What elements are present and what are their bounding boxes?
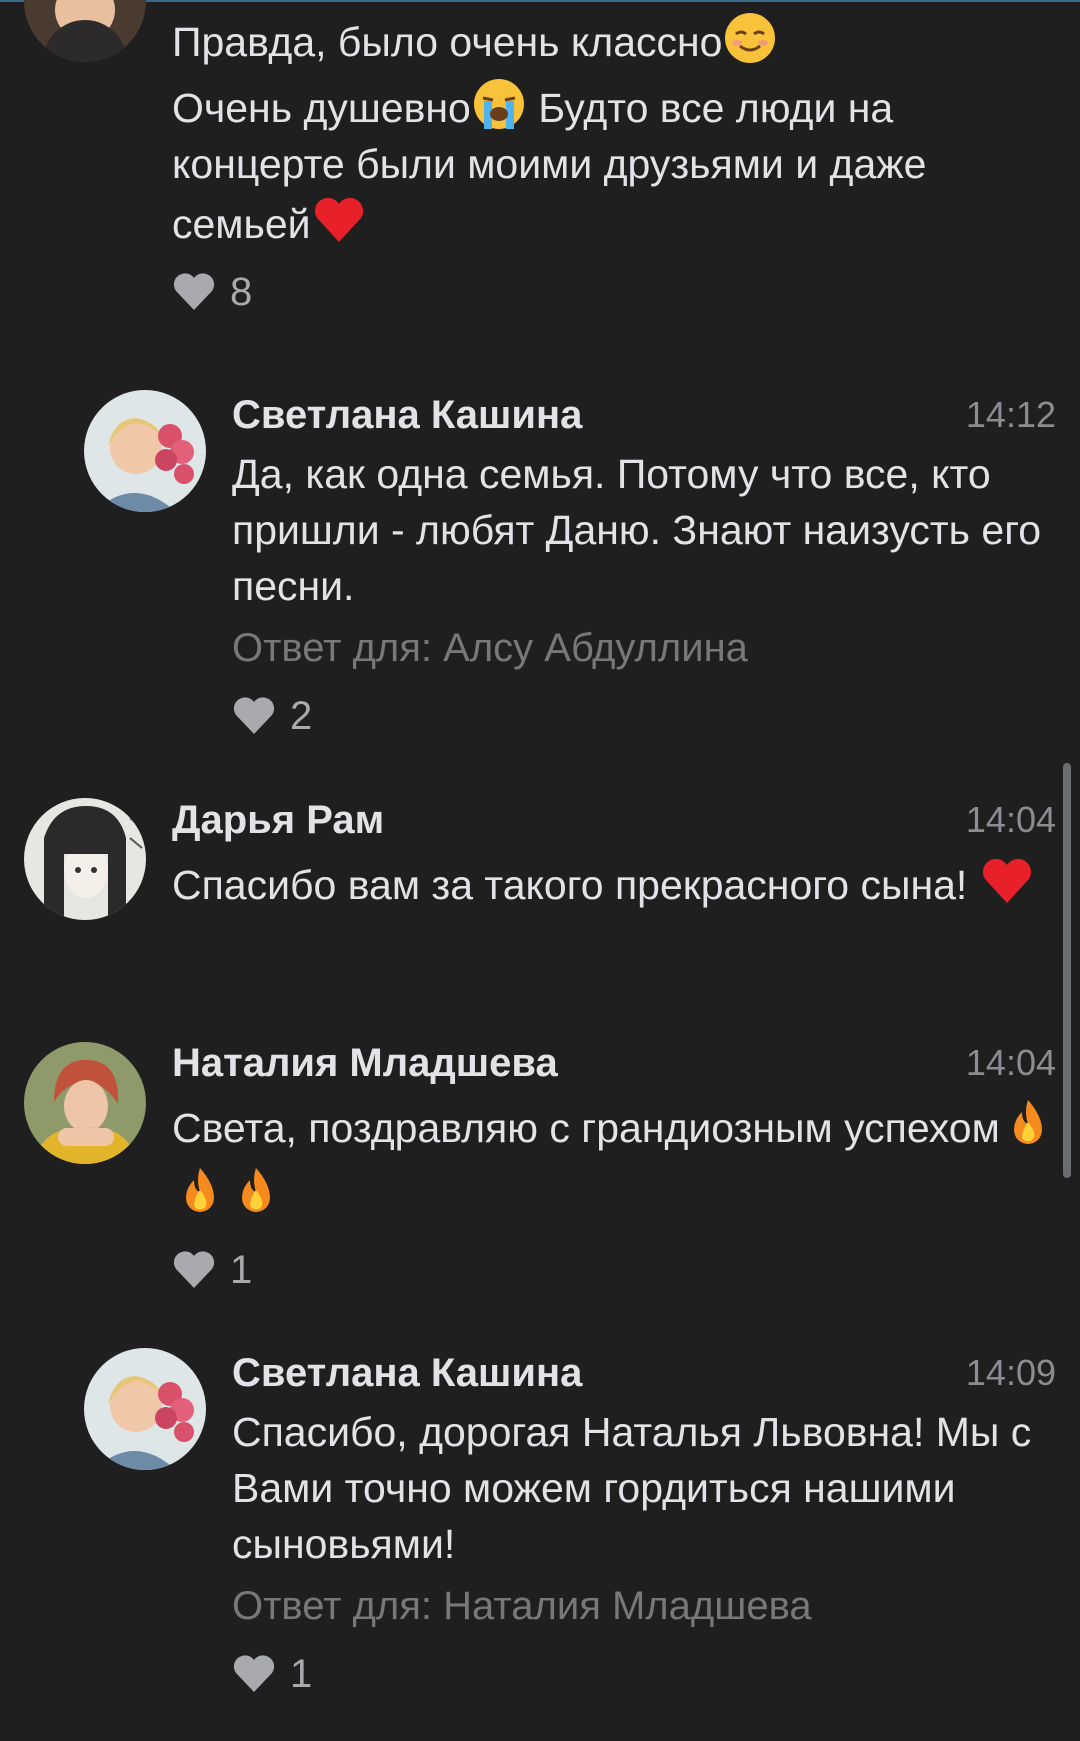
like-button[interactable]: 2 xyxy=(232,686,1056,746)
comment-text: Спасибо, дорогая Наталья Львовна! Мы с В… xyxy=(232,1409,1032,1567)
fire-emoji-icon xyxy=(228,1164,284,1220)
reply-to-link[interactable]: Ответ для: Алсу Абдуллина xyxy=(232,620,1056,676)
fire-emoji-icon xyxy=(172,1164,228,1220)
avatar[interactable] xyxy=(24,1042,146,1164)
red-heart-emoji-icon xyxy=(311,192,367,248)
like-button[interactable]: 1 xyxy=(172,1240,1056,1300)
comment-time: 14:09 xyxy=(965,1352,1056,1393)
heart-icon xyxy=(233,697,275,734)
red-heart-emoji-icon xyxy=(979,853,1035,909)
avatar[interactable] xyxy=(24,0,146,62)
fire-emoji-icon xyxy=(1000,1096,1056,1152)
loudly-crying-emoji-icon xyxy=(471,76,527,132)
like-count: 1 xyxy=(290,1651,313,1696)
avatar[interactable] xyxy=(84,1348,206,1470)
heart-icon xyxy=(233,1655,275,1692)
heart-icon xyxy=(173,1251,215,1288)
reply-to-link[interactable]: Ответ для: Наталия Младшева xyxy=(232,1578,1056,1634)
comment-author[interactable]: Светлана Кашина xyxy=(232,390,1056,440)
like-button[interactable]: 1 xyxy=(232,1644,1056,1704)
smiling-blush-emoji-icon xyxy=(722,10,778,66)
avatar[interactable] xyxy=(84,390,206,512)
comment-text: Света, поздравляю с грандиозным успехом xyxy=(172,1105,1000,1151)
comment-text-line: Правда, было очень классно xyxy=(172,19,723,65)
top-divider xyxy=(0,0,1080,2)
like-count: 8 xyxy=(230,269,253,314)
comment-author[interactable]: Светлана Кашина xyxy=(232,1348,1056,1398)
comment-time: 14:04 xyxy=(965,1042,1056,1083)
heart-icon xyxy=(173,273,215,310)
like-count: 2 xyxy=(290,693,313,738)
comment-author[interactable]: Дарья Рам xyxy=(172,795,1056,845)
like-count: 1 xyxy=(230,1247,253,1292)
comment-author[interactable]: Наталия Младшева xyxy=(172,1038,1056,1088)
avatar[interactable] xyxy=(24,798,146,920)
scrollbar[interactable] xyxy=(1063,763,1071,1178)
comment-text: Спасибо вам за такого прекрасного сына! xyxy=(172,862,979,908)
comment-text: Да, как одна семья. Потому что все, кто … xyxy=(232,451,1042,609)
like-button[interactable]: 8 xyxy=(172,262,1056,322)
comment-text-line: Очень душевно xyxy=(172,85,471,131)
comment-time: 14:12 xyxy=(965,394,1056,435)
comment-time: 14:04 xyxy=(965,799,1056,840)
